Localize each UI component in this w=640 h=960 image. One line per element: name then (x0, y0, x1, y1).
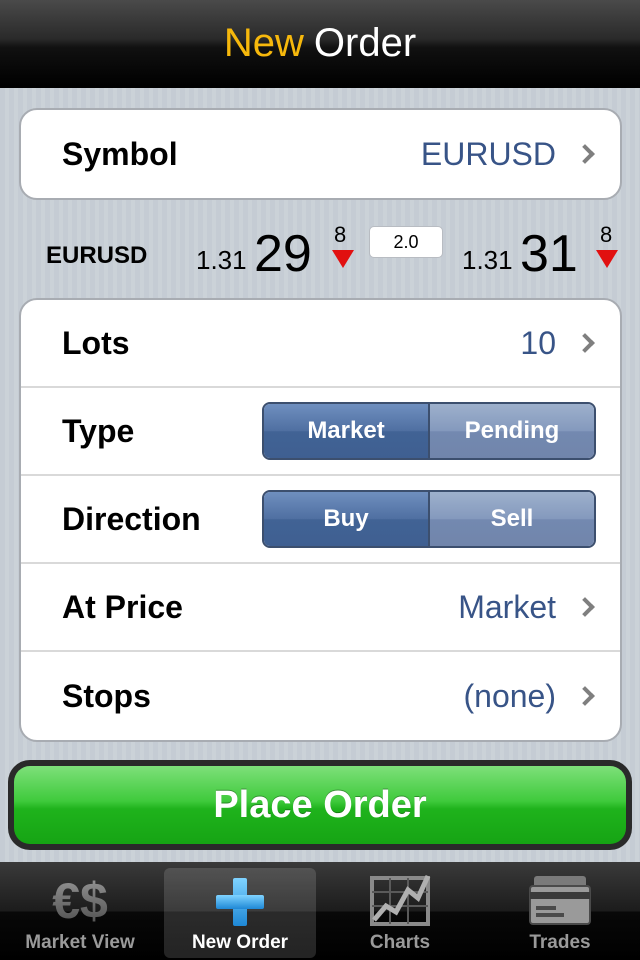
ask-big: 31 (520, 225, 578, 283)
down-arrow-icon (596, 250, 618, 268)
lots-row[interactable]: Lots 10 (21, 300, 620, 388)
title-accent: New (223, 20, 304, 65)
title-main: Order (313, 20, 417, 65)
direction-segmented-control: Buy Sell (262, 490, 596, 548)
ask-pip: 8 (600, 222, 613, 247)
trades-icon (528, 872, 592, 933)
tab-label: Charts (369, 932, 431, 953)
symbol-row[interactable]: Symbol EURUSD (21, 110, 620, 198)
chevron-right-icon (575, 686, 595, 706)
chevron-right-icon (575, 144, 595, 164)
direction-label: Direction (62, 500, 201, 537)
tab-label: New Order (191, 932, 289, 953)
quote-strip: EURUSD 1.31 29 8 1.31 31 8 (0, 216, 640, 296)
tab-new-order[interactable]: New Order (164, 868, 316, 958)
chevron-right-icon (575, 597, 595, 617)
direction-row: Direction Buy Sell (21, 476, 620, 564)
type-row: Type Market Pending (21, 388, 620, 476)
chevron-right-icon (575, 333, 595, 353)
chart-icon (368, 872, 432, 933)
tab-label: Market View (25, 932, 135, 953)
type-label: Type (62, 412, 135, 449)
order-group: Lots 10 Type Market Pending Direction Bu… (19, 298, 622, 742)
bid-pip: 8 (334, 222, 347, 247)
at-price-row[interactable]: At Price Market (21, 564, 620, 652)
svg-text:€$: €$ (52, 873, 108, 928)
tab-charts[interactable]: Charts (320, 862, 480, 960)
stops-value: (none) (463, 677, 557, 714)
ask-prefix: 1.31 (462, 245, 513, 275)
plus-icon (210, 872, 270, 937)
symbol-group: Symbol EURUSD (19, 108, 622, 200)
tab-bar: €$ Market View New Order Charts Trades (0, 862, 640, 960)
down-arrow-icon (332, 250, 354, 268)
bid-big: 29 (254, 225, 312, 283)
place-order-button[interactable]: Place Order (14, 766, 626, 844)
tab-market-view[interactable]: €$ Market View (0, 862, 160, 960)
lots-label: Lots (62, 324, 130, 361)
type-segmented-control: Market Pending (262, 402, 596, 460)
quote-symbol: EURUSD (46, 242, 148, 269)
direction-sell-segment[interactable]: Sell (428, 492, 594, 546)
navbar: New Order (0, 0, 640, 88)
currency-icon: €$ (40, 872, 120, 933)
at-price-label: At Price (62, 588, 183, 625)
lots-value: 10 (520, 324, 556, 361)
symbol-label: Symbol (62, 135, 178, 172)
symbol-value: EURUSD (420, 135, 556, 172)
tab-label: Trades (529, 932, 591, 953)
stops-row[interactable]: Stops (none) (21, 652, 620, 740)
type-market-segment[interactable]: Market (264, 404, 428, 458)
place-order-frame: Place Order (8, 760, 632, 850)
bid-prefix: 1.31 (196, 245, 247, 275)
spread-badge: 2.0 (369, 226, 443, 258)
type-pending-segment[interactable]: Pending (428, 404, 594, 458)
at-price-value: Market (458, 588, 556, 625)
direction-buy-segment[interactable]: Buy (264, 492, 428, 546)
stops-label: Stops (62, 677, 151, 714)
tab-trades[interactable]: Trades (480, 862, 640, 960)
